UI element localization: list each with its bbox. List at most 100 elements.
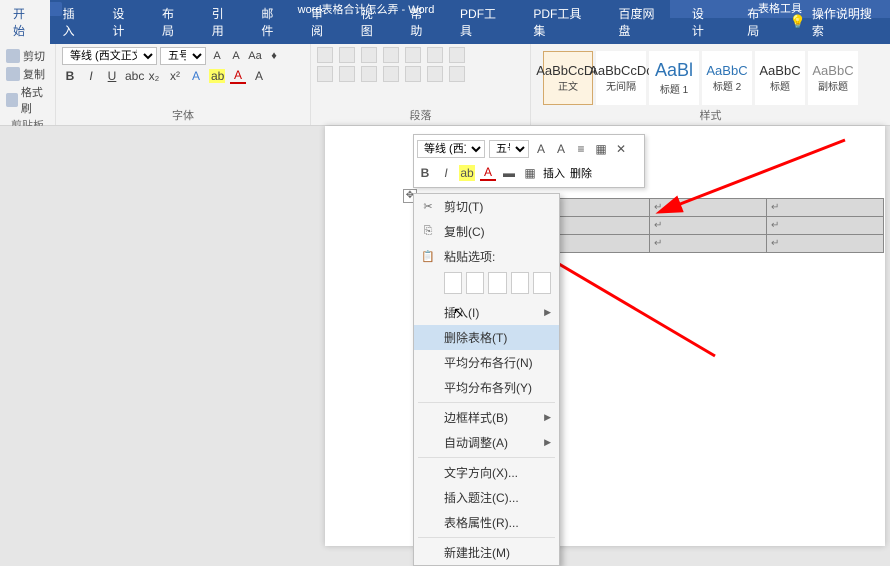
scissors-icon: ✂ bbox=[420, 199, 436, 215]
tab-mail[interactable]: 邮件 bbox=[248, 0, 298, 44]
clipboard-icon: 📋 bbox=[420, 249, 436, 265]
style-h1[interactable]: AaBl标题 1 bbox=[649, 51, 699, 105]
superscript-button[interactable]: x² bbox=[167, 69, 183, 83]
subscript-button[interactable]: x₂ bbox=[146, 69, 162, 83]
font-size-select[interactable]: 五号 bbox=[160, 47, 206, 65]
style-title[interactable]: AaBbC标题 bbox=[755, 51, 805, 105]
style-nospacing[interactable]: AaBbCcDc无间隔 bbox=[596, 51, 646, 105]
shading-icon[interactable] bbox=[427, 66, 443, 82]
show-marks-icon[interactable] bbox=[449, 47, 465, 63]
ctx-autofit[interactable]: 自动调整(A)▶ bbox=[414, 430, 559, 455]
copy-button[interactable]: 复制 bbox=[6, 65, 49, 83]
format-painter-button[interactable]: 格式刷 bbox=[6, 83, 49, 117]
ctx-distribute-rows[interactable]: 平均分布各行(N) bbox=[414, 350, 559, 375]
mt-styles-icon[interactable]: ≡ bbox=[573, 141, 589, 157]
copy-icon bbox=[6, 67, 20, 81]
bold-button[interactable]: B bbox=[62, 69, 78, 83]
brush-icon bbox=[6, 93, 18, 107]
tab-pdf[interactable]: PDF工具 bbox=[447, 0, 520, 44]
paste-text-icon[interactable] bbox=[533, 272, 551, 294]
align-right-icon[interactable] bbox=[361, 66, 377, 82]
style-h2[interactable]: AaBbC标题 2 bbox=[702, 51, 752, 105]
style-subtitle[interactable]: AaBbC副标题 bbox=[808, 51, 858, 105]
mt-bold-button[interactable]: B bbox=[417, 165, 433, 181]
chevron-right-icon: ▶ bbox=[544, 412, 551, 423]
font-name-select[interactable]: 等线 (西文正文 bbox=[62, 47, 157, 65]
paste-nest-icon[interactable] bbox=[488, 272, 506, 294]
paste-keep-format-icon[interactable] bbox=[444, 272, 462, 294]
tab-table-layout[interactable]: 布局 bbox=[734, 0, 783, 44]
ctx-cut[interactable]: ✂剪切(T) bbox=[414, 194, 559, 219]
ctx-insert-caption[interactable]: 插入题注(C)... bbox=[414, 485, 559, 510]
ctx-paste-options-label: 📋粘贴选项: bbox=[414, 244, 559, 269]
tab-help[interactable]: 帮助 bbox=[397, 0, 447, 44]
font-color-icon[interactable]: A bbox=[230, 68, 246, 84]
multilist-icon[interactable] bbox=[361, 47, 377, 63]
text-effects-icon[interactable]: A bbox=[188, 69, 204, 83]
line-spacing-icon[interactable] bbox=[405, 66, 421, 82]
mt-shading-icon[interactable]: ▬ bbox=[501, 165, 517, 181]
mt-border-icon[interactable]: ▦ bbox=[593, 141, 609, 157]
change-case-icon[interactable]: Aa bbox=[247, 50, 263, 62]
ctx-delete-table[interactable]: 删除表格(T) bbox=[414, 325, 559, 350]
ribbon-tabs: 开始 插入 设计 布局 引用 邮件 审阅 视图 帮助 PDF工具 PDF工具集 … bbox=[0, 18, 890, 44]
ctx-border-style[interactable]: 边框样式(B)▶ bbox=[414, 405, 559, 430]
ctx-text-direction[interactable]: 文字方向(X)... bbox=[414, 460, 559, 485]
style-normal[interactable]: AaBbCcDc正文 bbox=[543, 51, 593, 105]
tab-insert[interactable]: 插入 bbox=[50, 0, 100, 44]
mt-borders-icon[interactable]: ▦ bbox=[522, 165, 538, 181]
tab-design[interactable]: 设计 bbox=[99, 0, 149, 44]
paste-picture-icon[interactable] bbox=[511, 272, 529, 294]
tab-home[interactable]: 开始 bbox=[0, 0, 50, 44]
underline-button[interactable]: U bbox=[104, 69, 120, 83]
ctx-insert[interactable]: 插入(I)▶ bbox=[414, 300, 559, 325]
tab-view[interactable]: 视图 bbox=[348, 0, 398, 44]
mt-insert-button[interactable]: 插入 bbox=[543, 165, 565, 181]
tab-review[interactable]: 审阅 bbox=[298, 0, 348, 44]
bullets-icon[interactable] bbox=[317, 47, 333, 63]
clear-format-icon[interactable]: ♦ bbox=[266, 50, 282, 62]
align-left-icon[interactable] bbox=[317, 66, 333, 82]
shrink-font-icon[interactable]: A bbox=[228, 50, 244, 62]
sort-icon[interactable] bbox=[427, 47, 443, 63]
mini-toolbar: 等线 (西文正 五号 A A ≡ ▦ ✕ B I ab A ▬ ▦ 插入 删除 bbox=[413, 134, 645, 188]
mt-eraser-icon[interactable]: ✕ bbox=[613, 141, 629, 157]
align-center-icon[interactable] bbox=[339, 66, 355, 82]
mt-delete-button[interactable]: 删除 bbox=[570, 165, 592, 181]
tell-me[interactable]: 操作说明搜索 bbox=[812, 5, 882, 39]
tab-pdfset[interactable]: PDF工具集 bbox=[520, 0, 605, 44]
mt-size-select[interactable]: 五号 bbox=[489, 140, 529, 158]
tab-layout[interactable]: 布局 bbox=[149, 0, 199, 44]
mt-shrink-icon[interactable]: A bbox=[553, 141, 569, 157]
mt-font-select[interactable]: 等线 (西文正 bbox=[417, 140, 485, 158]
copy-icon: ⎘ bbox=[420, 224, 436, 240]
cut-button[interactable]: 剪切 bbox=[6, 47, 49, 65]
strike-button[interactable]: abc bbox=[125, 69, 141, 83]
ctx-table-properties[interactable]: 表格属性(R)... bbox=[414, 510, 559, 535]
highlight-icon[interactable]: ab bbox=[209, 69, 225, 83]
group-paragraph-label: 段落 bbox=[317, 107, 524, 125]
grow-font-icon[interactable]: A bbox=[209, 50, 225, 62]
borders-icon[interactable] bbox=[449, 66, 465, 82]
phonetic-icon[interactable]: A bbox=[251, 69, 267, 83]
page[interactable]: ✥ ↵↵↵↵ ↵↵↵↵ ↵↵↵↵ 等线 (西文正 五号 A A ≡ ▦ ✕ B … bbox=[325, 126, 885, 546]
indent-dec-icon[interactable] bbox=[383, 47, 399, 63]
mt-highlight-icon[interactable]: ab bbox=[459, 165, 475, 181]
indent-inc-icon[interactable] bbox=[405, 47, 421, 63]
tab-baidu[interactable]: 百度网盘 bbox=[606, 0, 679, 44]
cursor-icon: ↖ bbox=[453, 304, 465, 321]
mt-italic-button[interactable]: I bbox=[438, 165, 454, 181]
tab-references[interactable]: 引用 bbox=[199, 0, 249, 44]
ctx-copy[interactable]: ⎘复制(C) bbox=[414, 219, 559, 244]
document-area: ✥ ↵↵↵↵ ↵↵↵↵ ↵↵↵↵ 等线 (西文正 五号 A A ≡ ▦ ✕ B … bbox=[0, 126, 890, 540]
justify-icon[interactable] bbox=[383, 66, 399, 82]
italic-button[interactable]: I bbox=[83, 69, 99, 83]
group-styles-label: 样式 bbox=[537, 107, 884, 125]
mt-fontcolor-icon[interactable]: A bbox=[480, 165, 496, 181]
mt-grow-icon[interactable]: A bbox=[533, 141, 549, 157]
ctx-distribute-cols[interactable]: 平均分布各列(Y) bbox=[414, 375, 559, 400]
paste-merge-icon[interactable] bbox=[466, 272, 484, 294]
ctx-new-comment[interactable]: 新建批注(M) bbox=[414, 540, 559, 565]
tab-table-design[interactable]: 设计 bbox=[679, 0, 728, 44]
numbering-icon[interactable] bbox=[339, 47, 355, 63]
